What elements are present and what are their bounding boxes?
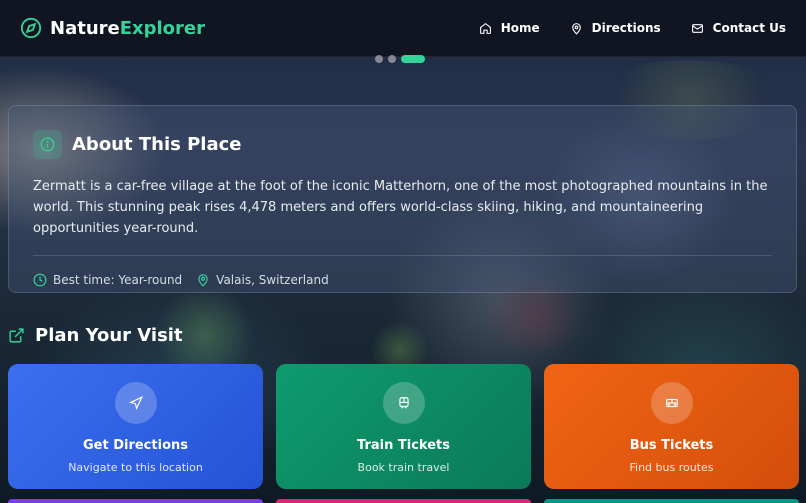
compass-icon: [20, 17, 42, 39]
card-icon-circle: [382, 382, 425, 424]
brand-name-accent: Explorer: [119, 17, 206, 39]
about-meta: Best time: Year-round Valais, Switzerlan…: [33, 273, 772, 287]
carousel-dot[interactable]: [388, 55, 396, 63]
bus-tickets-card[interactable]: Bus Tickets Find bus routes: [544, 364, 799, 489]
map-pin-icon: [198, 274, 208, 287]
nav-contact[interactable]: Contact Us: [691, 21, 786, 35]
best-time-label: Best time: Year-round: [53, 273, 183, 287]
clock-icon: [33, 273, 47, 287]
location: Valais, Switzerland: [196, 273, 329, 287]
nav-links: Home Directions Contact Us: [479, 21, 786, 35]
nav-contact-label: Contact Us: [712, 21, 786, 35]
card-title: Train Tickets: [357, 438, 450, 453]
nav-directions-label: Directions: [591, 21, 661, 35]
plan-cards: Get Directions Navigate to this location…: [8, 364, 799, 489]
navbar: NatureExplorer Home Directions Contact U…: [0, 0, 806, 57]
carousel-dot-active[interactable]: [401, 55, 425, 63]
card-icon-circle: [114, 382, 157, 424]
info-icon: [40, 137, 55, 152]
card-title: Bus Tickets: [629, 438, 714, 453]
plan-header: Plan Your Visit: [8, 325, 183, 346]
brand-name-primary: Nature: [50, 17, 120, 39]
next-card-edge[interactable]: [544, 499, 799, 503]
nav-directions[interactable]: Directions: [570, 21, 661, 35]
card-title: Get Directions: [82, 438, 188, 453]
carousel-dot[interactable]: [375, 55, 383, 63]
card-icon-circle: [650, 382, 693, 424]
external-link-icon: [9, 328, 24, 343]
plan-title: Plan Your Visit: [35, 325, 183, 346]
next-card-edge[interactable]: [276, 499, 531, 503]
card-subtitle: Navigate to this location: [68, 461, 203, 474]
info-icon-box: [33, 130, 62, 159]
divider: [33, 255, 772, 256]
location-label: Valais, Switzerland: [216, 273, 329, 287]
bus-icon: [665, 398, 678, 408]
card-subtitle: Book train travel: [357, 461, 450, 474]
about-description: Zermatt is a car-free village at the foo…: [33, 179, 768, 236]
next-card-edge[interactable]: [8, 499, 263, 503]
map-pin-icon: [571, 22, 581, 35]
train-tickets-card[interactable]: Train Tickets Book train travel: [276, 364, 531, 489]
get-directions-card[interactable]: Get Directions Navigate to this location: [8, 364, 263, 489]
mail-icon: [691, 23, 703, 33]
about-card: About This Place Zermatt is a car-free v…: [8, 105, 797, 293]
navigation-icon: [128, 396, 143, 410]
home-icon: [479, 22, 491, 34]
about-title: About This Place: [72, 134, 242, 155]
train-icon: [398, 397, 409, 409]
best-time: Best time: Year-round: [33, 273, 182, 287]
nav-home[interactable]: Home: [479, 21, 540, 35]
carousel-indicators: [375, 55, 425, 63]
card-subtitle: Find bus routes: [629, 461, 714, 474]
nav-home-label: Home: [500, 21, 540, 35]
brand-logo[interactable]: NatureExplorer: [20, 17, 205, 39]
